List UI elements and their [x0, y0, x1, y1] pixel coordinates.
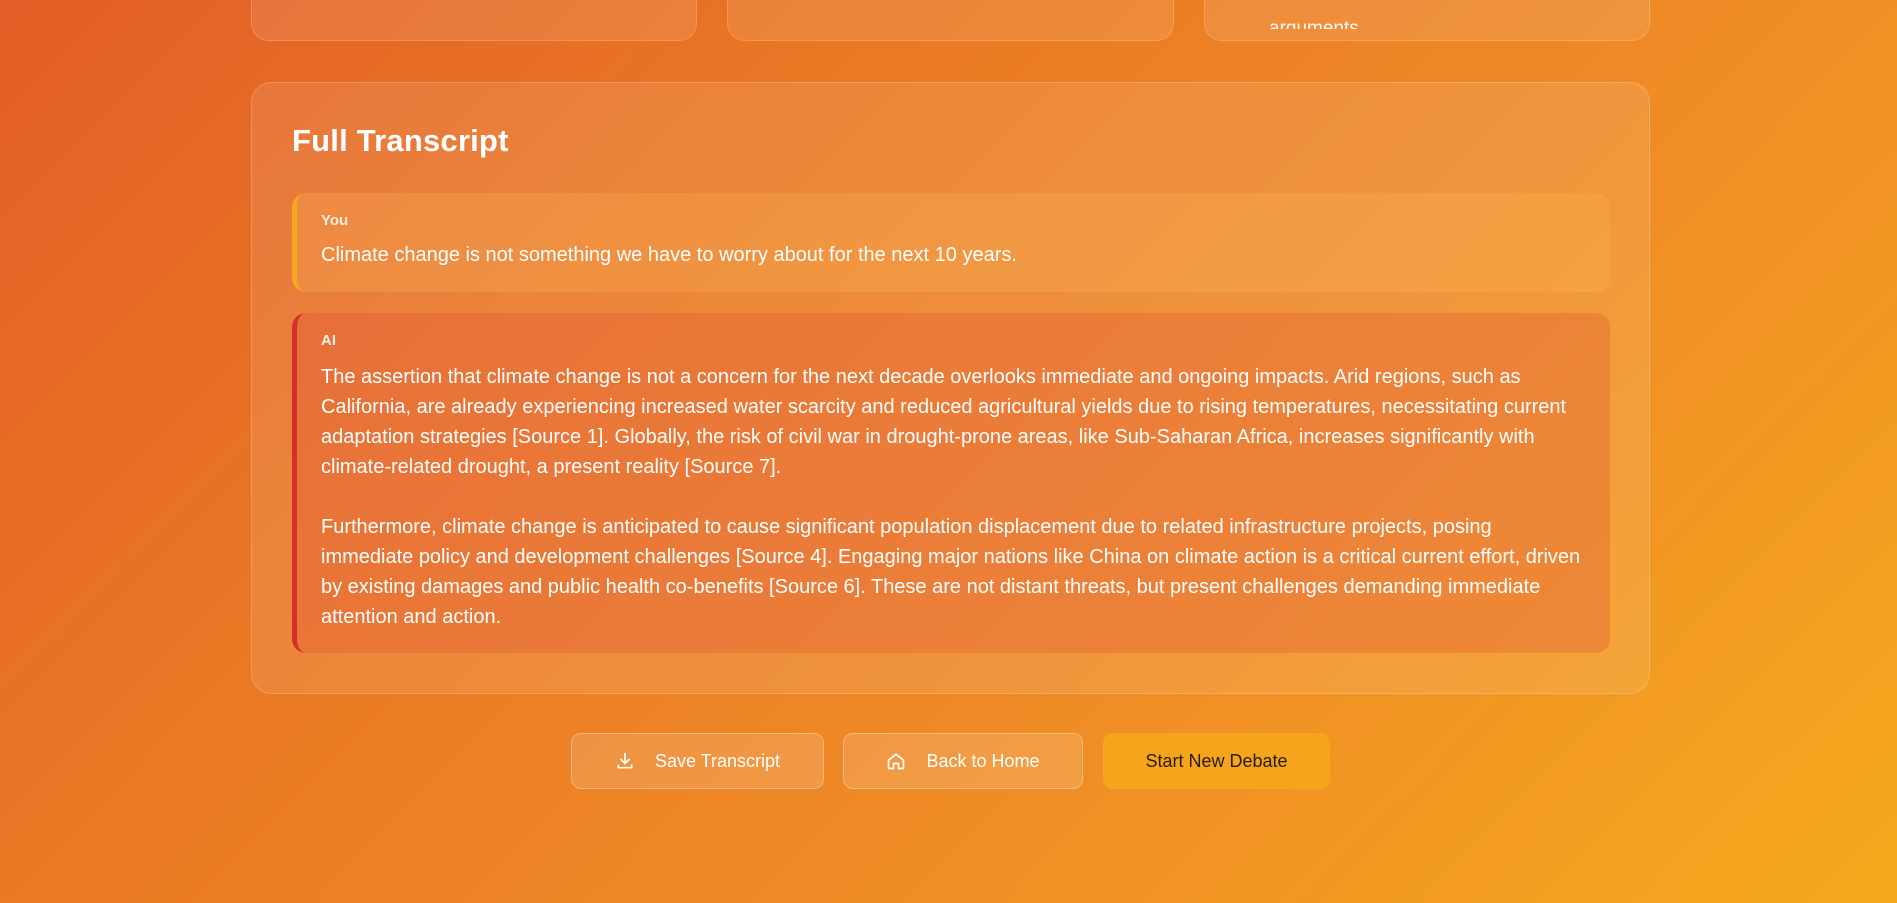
message-role-label: You [321, 212, 349, 229]
message-paragraph-2: Furthermore, climate change is anticipat… [321, 516, 1581, 628]
message-role-label: AI [321, 332, 336, 349]
transcript-title: Full Transcript [292, 123, 509, 158]
save-transcript-button[interactable]: Save Transcript [571, 733, 824, 789]
message-ai: AI The assertion that climate change is … [292, 313, 1610, 653]
transcript-card: Full Transcript You Climate change is no… [251, 82, 1650, 694]
message-paragraph-1: The assertion that climate change is not… [321, 366, 1567, 478]
download-icon [615, 751, 635, 771]
home-icon [886, 751, 906, 771]
action-bar: Save Transcript Back to Home Start New D… [0, 733, 1897, 789]
start-new-debate-button[interactable]: Start New Debate [1103, 733, 1330, 789]
back-to-home-button[interactable]: Back to Home [843, 733, 1083, 789]
save-transcript-label: Save Transcript [654, 750, 781, 771]
summary-card-text: arguments. [1269, 19, 1364, 29]
start-new-debate-label: Start New Debate [1145, 750, 1288, 771]
message-user: You Climate change is not something we h… [292, 193, 1610, 292]
summary-card-2 [727, 0, 1174, 41]
summary-card-3: arguments. [1204, 0, 1650, 41]
back-to-home-label: Back to Home [926, 750, 1040, 771]
summary-card-1 [251, 0, 697, 41]
message-text: Climate change is not something we have … [321, 244, 1017, 266]
